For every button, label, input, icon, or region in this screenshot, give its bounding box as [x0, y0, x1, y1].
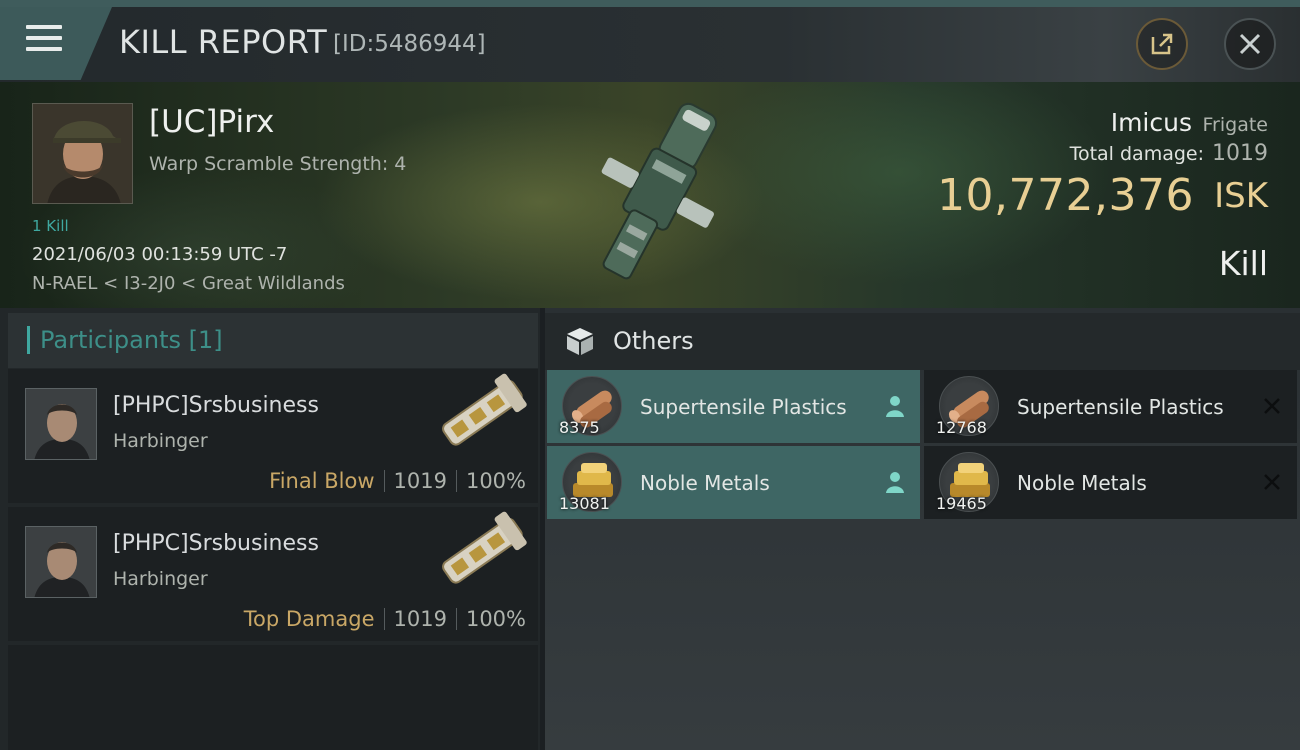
loot-item-destroyed[interactable]: 12768 Supertensile Plastics: [924, 370, 1297, 443]
participant-percent: 100%: [465, 469, 526, 493]
others-header: Others: [545, 313, 1300, 370]
participant-portrait-icon: [26, 389, 96, 459]
total-damage-value: 1019: [1212, 141, 1268, 166]
close-button[interactable]: [1224, 18, 1276, 70]
menu-icon[interactable]: [26, 25, 62, 53]
participant-name[interactable]: [PHPC]Srsbusiness: [113, 393, 319, 418]
cargo-box-icon: [567, 328, 593, 355]
participant-avatar[interactable]: [25, 526, 97, 598]
participant-percent: 100%: [465, 607, 526, 631]
share-button[interactable]: [1136, 18, 1188, 70]
person-icon: [886, 396, 904, 417]
participant-stats: Final Blow 1019 100%: [269, 469, 526, 493]
result-label: Kill: [1218, 244, 1268, 283]
participant-stats: Top Damage 1019 100%: [244, 607, 526, 631]
isk-unit: ISK: [1214, 176, 1268, 216]
loot-item-dropped[interactable]: 13081 Noble Metals: [547, 446, 920, 519]
participants-accent-bar: [27, 326, 30, 354]
warp-scramble-strength: Warp Scramble Strength: 4: [149, 153, 407, 175]
item-name: Supertensile Plastics: [640, 395, 847, 419]
stats-divider: [455, 470, 457, 492]
kill-count: 1 Kill: [32, 217, 69, 235]
participant-row[interactable]: [PHPC]Srsbusiness Harbinger Top Damage 10…: [8, 507, 538, 641]
participant-portrait-icon: [26, 527, 96, 597]
victim-ship-class: Frigate: [1202, 114, 1268, 136]
destroyed-x-icon: [1264, 474, 1280, 490]
total-damage-label: Total damage:: [1069, 143, 1204, 165]
stats-divider: [383, 470, 385, 492]
participant-ship-icon[interactable]: [430, 509, 535, 594]
item-name: Noble Metals: [640, 471, 770, 495]
loot-item-dropped[interactable]: 8375 Supertensile Plastics: [547, 370, 920, 443]
victim-ship-icon[interactable]: [575, 88, 735, 303]
stats-divider: [455, 608, 457, 630]
participant-name[interactable]: [PHPC]Srsbusiness: [113, 531, 319, 556]
loot-item-destroyed[interactable]: 19465 Noble Metals: [924, 446, 1297, 519]
share-icon: [1151, 33, 1173, 55]
kill-datetime: 2021/06/03 00:13:59 UTC -7: [32, 244, 288, 265]
final-blow-tag: Final Blow: [269, 469, 375, 493]
participant-ship-icon[interactable]: [430, 371, 535, 456]
item-quantity: 13081: [559, 494, 610, 513]
participants-header: Participants [1]: [8, 313, 538, 368]
destroyed-x-icon: [1264, 398, 1280, 414]
participant-damage: 1019: [393, 607, 447, 631]
participant-ship: Harbinger: [113, 430, 208, 452]
victim-ship-name[interactable]: Imicus: [1111, 108, 1192, 137]
item-name: Supertensile Plastics: [1017, 395, 1224, 419]
close-icon: [1239, 33, 1261, 55]
page-title: KILL REPORT: [119, 23, 328, 61]
item-name: Noble Metals: [1017, 471, 1147, 495]
participant-avatar[interactable]: [25, 388, 97, 460]
participant-ship: Harbinger: [113, 568, 208, 590]
participant-row[interactable]: [PHPC]Srsbusiness Harbinger Final Blow 10…: [8, 369, 538, 503]
report-id: [ID:5486944]: [333, 31, 486, 57]
person-icon: [886, 472, 904, 493]
stats-divider: [383, 608, 385, 630]
item-quantity: 8375: [559, 418, 600, 437]
isk-value: 10,772,376: [937, 170, 1194, 221]
participants-empty-area: [8, 645, 538, 750]
top-damage-tag: Top Damage: [243, 607, 375, 631]
item-quantity: 19465: [936, 494, 987, 513]
participant-damage: 1019: [393, 469, 447, 493]
kill-location: N-RAEL < I3-2J0 < Great Wildlands: [32, 273, 345, 294]
pilot-portrait-icon: [33, 104, 132, 203]
victim-portrait[interactable]: [32, 103, 133, 204]
others-title: Others: [613, 327, 694, 355]
victim-pilot-name[interactable]: [UC]Pirx: [149, 104, 274, 140]
item-quantity: 12768: [936, 418, 987, 437]
header-top-line: [0, 0, 1300, 7]
participants-title: Participants [1]: [40, 326, 223, 354]
